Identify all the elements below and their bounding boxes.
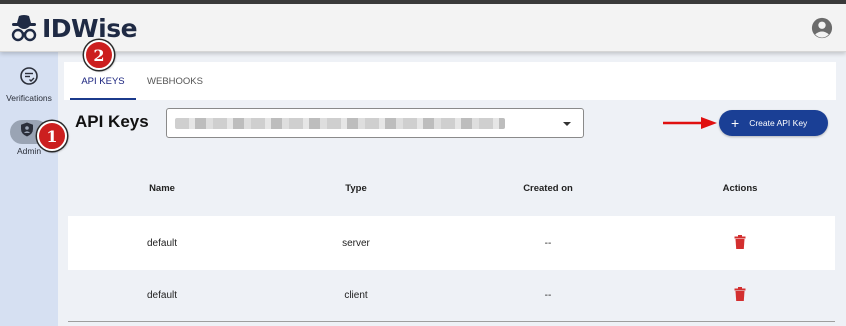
cell-created: -- [544,237,552,249]
cell-type: client [344,290,368,301]
verifications-icon [19,66,39,91]
table-row: default server -- [68,216,835,270]
cell-actions [680,287,800,304]
column-header-actions: Actions [722,182,758,194]
cell-type: server [342,237,370,249]
table-row: default client -- [68,270,835,322]
shield-icon [20,122,34,142]
user-avatar-icon[interactable] [811,17,833,39]
blurred-selected-value [175,118,505,129]
page-title: API Keys [75,112,149,131]
sidebar-item-label: Verifications [6,93,52,103]
delete-trash-icon[interactable] [734,287,746,301]
column-header-created: Created on [523,182,573,194]
cell-name: default [146,237,178,249]
delete-trash-icon[interactable] [734,234,746,249]
logo-text: IDWise [42,13,138,43]
column-header-name: Name [149,182,175,194]
sidebar: Verifications Admin [0,52,58,326]
pointer-arrow-icon [663,116,717,134]
tab-webhooks[interactable]: WEBHOOKS [142,62,208,100]
api-keys-table: Name Type Created on Actions default ser… [68,160,835,322]
sidebar-item-label: Admin [16,146,42,156]
tabs-bar: API KEYS WEBHOOKS [64,62,836,100]
chevron-down-icon [563,122,571,126]
main-content: API KEYS WEBHOOKS API Keys + Create API … [58,52,846,326]
create-api-key-label: Create API Key [749,118,808,128]
header: IDWise [0,4,846,52]
app-window: IDWise Verifications Admin API KEYS WEBH… [0,4,846,326]
cell-actions [680,234,800,252]
cell-created: -- [544,290,552,301]
column-header-type: Type [345,182,367,194]
create-api-key-button[interactable]: + Create API Key [719,110,828,136]
callout-badge-2: 2 [84,40,114,70]
cell-name: default [146,290,178,301]
idwise-logo-icon [8,12,40,44]
logo[interactable]: IDWise [8,10,138,46]
plus-icon: + [731,115,740,131]
app-select-dropdown[interactable] [166,108,584,138]
callout-badge-1: 1 [37,121,67,151]
sidebar-item-verifications[interactable]: Verifications [0,66,58,103]
table-header-row: Name Type Created on Actions [68,160,835,216]
